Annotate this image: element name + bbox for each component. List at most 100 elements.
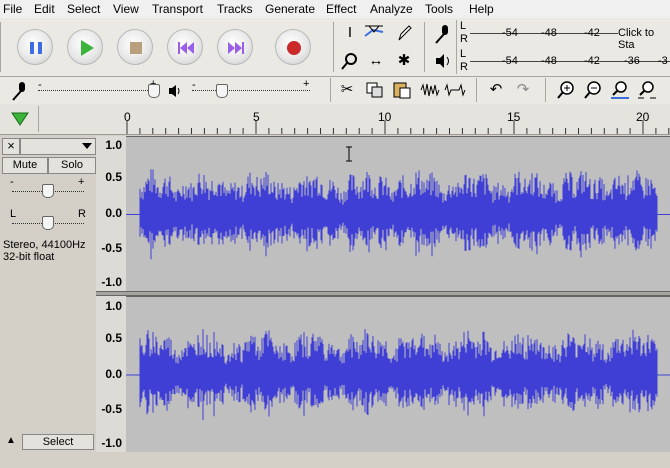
menu-analyze[interactable]: Analyze xyxy=(370,1,413,17)
undo-icon[interactable]: ↶ xyxy=(485,79,507,101)
menu-select[interactable]: Select xyxy=(67,1,100,17)
menu-effect[interactable]: Effect xyxy=(326,1,356,17)
playback-meter[interactable]: L R -54 -48 -42 -36 -3 xyxy=(458,48,670,74)
menu-view[interactable]: View xyxy=(113,1,139,17)
toolbar-separator xyxy=(476,78,477,102)
pan-right-label: R xyxy=(78,208,86,220)
fit-project-icon[interactable] xyxy=(636,79,658,101)
scale-label: -1.0 xyxy=(101,436,122,450)
record-icon xyxy=(287,41,301,55)
solo-button[interactable]: Solo xyxy=(48,157,96,174)
menu-edit[interactable]: Edit xyxy=(34,1,55,17)
mute-button[interactable]: Mute xyxy=(2,157,48,174)
output-volume-thumb[interactable] xyxy=(216,84,228,98)
scale-label: 1.0 xyxy=(105,138,122,152)
track-collapse-button[interactable]: ▲ xyxy=(2,434,20,448)
track-menu-dropdown[interactable] xyxy=(20,138,96,155)
zoom-tool-icon[interactable] xyxy=(339,50,361,72)
toolbar-separator xyxy=(330,78,331,102)
stop-button[interactable] xyxy=(117,29,153,65)
playback-meter-right-label: R xyxy=(460,61,468,73)
waveform-left-graphic xyxy=(126,169,670,260)
record-meter-icon[interactable] xyxy=(430,22,454,46)
play-icon xyxy=(81,40,94,56)
scale-label: 1.0 xyxy=(105,299,122,313)
menu-tools[interactable]: Tools xyxy=(425,1,453,17)
input-volume-slider[interactable] xyxy=(38,90,156,92)
record-button[interactable] xyxy=(275,29,311,65)
fit-selection-icon[interactable] xyxy=(609,79,631,101)
gain-min-label: - xyxy=(10,176,14,188)
record-meter[interactable]: L R -54 -48 -42 Click to Sta xyxy=(458,20,670,51)
pan-left-label: L xyxy=(10,208,17,220)
time-shift-tool-icon[interactable]: ↔ xyxy=(365,50,387,72)
menu-file[interactable]: File xyxy=(3,1,22,17)
cut-icon[interactable]: ✂ xyxy=(336,79,358,101)
pause-icon xyxy=(30,42,42,54)
paste-icon[interactable] xyxy=(391,79,413,101)
track-format-rate: Stereo, 44100Hz xyxy=(3,239,86,251)
meter-tick: -42 xyxy=(584,27,600,39)
meter-tick: -3 xyxy=(658,55,668,67)
status-strip xyxy=(0,452,670,468)
track-select-button[interactable]: Select xyxy=(22,434,94,450)
meter-tick: -54 xyxy=(502,27,518,39)
scale-label: -1.0 xyxy=(101,275,122,289)
scale-label: -0.5 xyxy=(101,402,122,416)
track-format-depth: 32-bit float xyxy=(3,251,55,263)
scale-label: 0.5 xyxy=(105,331,122,345)
copy-icon[interactable] xyxy=(364,79,386,101)
pan-slider-thumb[interactable] xyxy=(42,216,54,230)
playback-meter-icon[interactable] xyxy=(430,50,454,72)
record-meter-left-label: L xyxy=(460,20,467,32)
stop-icon xyxy=(130,42,142,54)
menu-generate[interactable]: Generate xyxy=(265,1,315,17)
meter-tick: -36 xyxy=(624,55,640,67)
ruler-divider xyxy=(38,106,39,132)
menu-help[interactable]: Help xyxy=(469,1,494,17)
draw-tool-icon[interactable] xyxy=(393,22,415,44)
redo-icon[interactable]: ↷ xyxy=(512,79,534,101)
track-close-button[interactable]: × xyxy=(2,138,20,155)
selection-tool-icon[interactable]: I xyxy=(339,22,361,44)
speaker-icon xyxy=(166,82,184,100)
scale-label: 0.0 xyxy=(105,367,122,381)
skip-to-start-icon xyxy=(178,42,194,54)
waveform-right-channel[interactable] xyxy=(126,296,670,453)
zoom-in-icon[interactable] xyxy=(555,79,577,101)
pause-button[interactable] xyxy=(17,29,53,65)
meter-scale-line xyxy=(470,61,670,62)
skip-to-end-button[interactable] xyxy=(217,29,253,65)
record-meter-right-label: R xyxy=(460,33,468,45)
input-volume-thumb[interactable] xyxy=(148,84,160,98)
scale-label: -0.5 xyxy=(101,241,122,255)
meter-tick: -42 xyxy=(584,55,600,67)
play-head-icon[interactable] xyxy=(10,110,30,128)
gain-slider-thumb[interactable] xyxy=(42,184,54,198)
multi-tool-icon[interactable]: ✱ xyxy=(393,50,415,72)
toolbar-separator xyxy=(545,78,546,102)
ruler-ticks xyxy=(126,120,670,134)
skip-to-start-button[interactable] xyxy=(167,29,203,65)
output-volume-slider[interactable] xyxy=(192,90,310,92)
menu-transport[interactable]: Transport xyxy=(152,1,203,17)
text-cursor-icon xyxy=(344,146,354,162)
menu-tracks[interactable]: Tracks xyxy=(217,1,253,17)
vertical-ruler-left-channel: 1.0 0.5 0.0 -0.5 -1.0 xyxy=(96,136,126,291)
envelope-tool-icon[interactable] xyxy=(363,22,385,44)
zoom-out-icon[interactable] xyxy=(582,79,604,101)
meter-tick: -48 xyxy=(541,55,557,67)
output-volume-max: + xyxy=(303,78,310,90)
waveform-right-graphic xyxy=(126,329,670,421)
gain-max-label: + xyxy=(78,176,85,188)
vertical-ruler-right-channel: 1.0 0.5 0.0 -0.5 -1.0 xyxy=(96,296,126,452)
dropdown-arrow-icon xyxy=(82,143,92,149)
toolbar-grip xyxy=(0,22,1,72)
toolbar-row-divider xyxy=(0,76,670,77)
track-format-info: Stereo, 44100Hz 32-bit float xyxy=(3,239,86,263)
play-button[interactable] xyxy=(67,29,103,65)
menu-bar: File Edit Select View Transport Tracks G… xyxy=(0,0,670,19)
silence-audio-icon[interactable] xyxy=(444,79,466,101)
waveform-left-channel[interactable] xyxy=(126,136,670,292)
trim-audio-icon[interactable] xyxy=(419,79,441,101)
